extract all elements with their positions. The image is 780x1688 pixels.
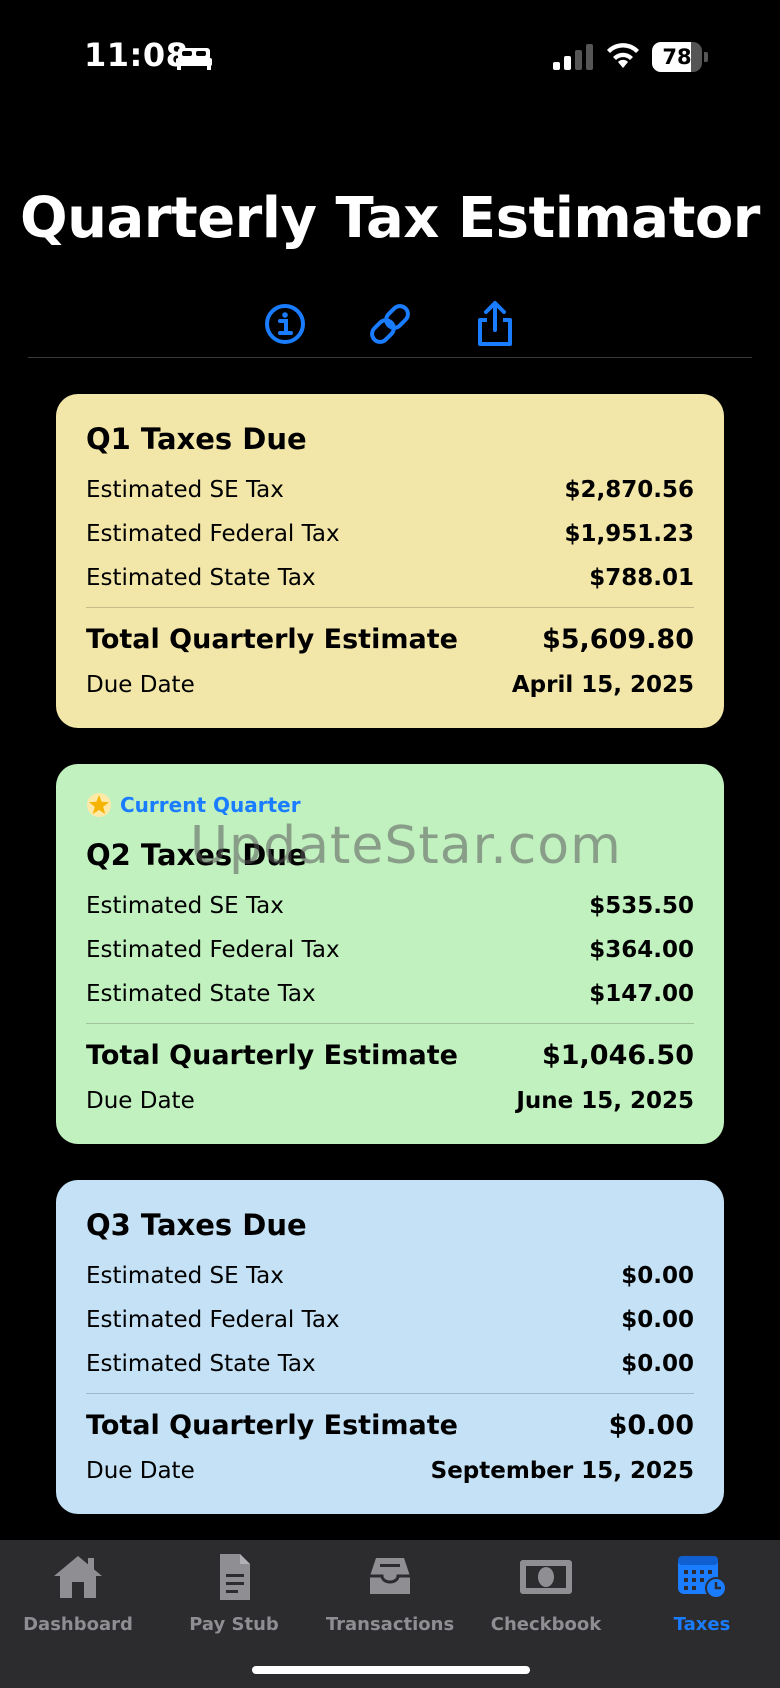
se-tax-value: $0.00: [621, 1263, 694, 1289]
total-row: Total Quarterly Estimate $5,609.80: [86, 621, 694, 657]
tab-transactions[interactable]: Transactions: [312, 1540, 468, 1660]
q2-tax-card: Current Quarter Q2 Taxes Due Estimated S…: [56, 764, 724, 1144]
tab-label: Transactions: [325, 1614, 455, 1635]
total-label: Total Quarterly Estimate: [86, 1039, 458, 1071]
house-icon: [54, 1556, 102, 1598]
card-divider: [86, 607, 694, 608]
state-tax-label: Estimated State Tax: [86, 981, 316, 1007]
total-value: $1,046.50: [541, 1039, 694, 1071]
tab-label: Pay Stub: [189, 1614, 279, 1635]
tab-label: Checkbook: [490, 1614, 602, 1635]
due-date-value: June 15, 2025: [516, 1088, 694, 1114]
due-date-label: Due Date: [86, 1088, 195, 1114]
toolbar: [0, 298, 780, 358]
battery-percent: 78: [662, 45, 692, 69]
due-date-row: Due Date September 15, 2025: [86, 1453, 694, 1489]
page-title: Quarterly Tax Estimator: [20, 186, 760, 251]
due-date-row: Due Date April 15, 2025: [86, 667, 694, 703]
status-bar: 11:08 78: [0, 0, 780, 110]
tray-icon: [370, 1558, 410, 1594]
toolbar-divider: [28, 357, 752, 358]
federal-tax-row: Estimated Federal Tax $0.00: [86, 1302, 694, 1338]
se-tax-row: Estimated SE Tax $2,870.56: [86, 472, 694, 508]
battery-indicator: 78: [652, 42, 708, 72]
card-divider: [86, 1023, 694, 1024]
bed-icon: [176, 48, 212, 70]
total-value: $5,609.80: [541, 623, 694, 655]
document-icon: [220, 1554, 250, 1600]
se-tax-value: $535.50: [589, 893, 694, 919]
state-tax-row: Estimated State Tax $147.00: [86, 976, 694, 1012]
state-tax-value: $0.00: [621, 1351, 694, 1377]
tab-label: Taxes: [673, 1614, 731, 1635]
wifi-icon: [607, 43, 639, 68]
total-value: $0.00: [608, 1409, 694, 1441]
card-title: Q1 Taxes Due: [86, 422, 307, 456]
tab-pay-stub[interactable]: Pay Stub: [156, 1540, 312, 1660]
federal-tax-label: Estimated Federal Tax: [86, 521, 340, 547]
se-tax-label: Estimated SE Tax: [86, 477, 284, 503]
total-label: Total Quarterly Estimate: [86, 623, 458, 655]
link-button[interactable]: [364, 298, 416, 350]
current-quarter-label: Current Quarter: [120, 793, 301, 817]
federal-tax-value: $364.00: [589, 937, 694, 963]
tab-taxes[interactable]: Taxes: [624, 1540, 780, 1660]
se-tax-label: Estimated SE Tax: [86, 1263, 284, 1289]
federal-tax-row: Estimated Federal Tax $364.00: [86, 932, 694, 968]
state-tax-label: Estimated State Tax: [86, 565, 316, 591]
due-date-row: Due Date June 15, 2025: [86, 1083, 694, 1119]
banknote-icon: [520, 1560, 572, 1594]
state-tax-row: Estimated State Tax $788.01: [86, 560, 694, 596]
federal-tax-value: $0.00: [621, 1307, 694, 1333]
se-tax-label: Estimated SE Tax: [86, 893, 284, 919]
star-icon: [87, 793, 111, 817]
due-date-value: April 15, 2025: [511, 672, 694, 698]
federal-tax-row: Estimated Federal Tax $1,951.23: [86, 516, 694, 552]
se-tax-value: $2,870.56: [564, 477, 695, 503]
federal-tax-value: $1,951.23: [564, 521, 695, 547]
card-title: Q2 Taxes Due: [86, 838, 307, 872]
state-tax-row: Estimated State Tax $0.00: [86, 1346, 694, 1382]
federal-tax-label: Estimated Federal Tax: [86, 1307, 340, 1333]
total-row: Total Quarterly Estimate $0.00: [86, 1407, 694, 1443]
card-title: Q3 Taxes Due: [86, 1208, 307, 1242]
card-divider: [86, 1393, 694, 1394]
calendar-clock-icon: [678, 1556, 727, 1599]
due-date-label: Due Date: [86, 672, 195, 698]
state-tax-value: $788.01: [589, 565, 694, 591]
total-row: Total Quarterly Estimate $1,046.50: [86, 1037, 694, 1073]
link-icon: [370, 304, 410, 344]
due-date-value: September 15, 2025: [430, 1458, 694, 1484]
status-time: 11:08: [84, 36, 189, 74]
share-button[interactable]: [469, 298, 521, 350]
tab-label: Dashboard: [23, 1614, 133, 1635]
federal-tax-label: Estimated Federal Tax: [86, 937, 340, 963]
q1-tax-card: Q1 Taxes Due Estimated SE Tax $2,870.56 …: [56, 394, 724, 728]
q3-tax-card: Q3 Taxes Due Estimated SE Tax $0.00 Esti…: [56, 1180, 724, 1514]
info-button[interactable]: [259, 298, 311, 350]
se-tax-row: Estimated SE Tax $0.00: [86, 1258, 694, 1294]
tab-checkbook[interactable]: Checkbook: [468, 1540, 624, 1660]
cellular-signal-icon: [553, 44, 593, 70]
current-quarter-badge: Current Quarter: [86, 790, 301, 820]
tab-dashboard[interactable]: Dashboard: [0, 1540, 156, 1660]
info-icon: [265, 304, 305, 344]
state-tax-value: $147.00: [589, 981, 694, 1007]
state-tax-label: Estimated State Tax: [86, 1351, 316, 1377]
due-date-label: Due Date: [86, 1458, 195, 1484]
se-tax-row: Estimated SE Tax $535.50: [86, 888, 694, 924]
total-label: Total Quarterly Estimate: [86, 1409, 458, 1441]
share-icon: [478, 301, 512, 346]
home-indicator[interactable]: [252, 1666, 530, 1674]
